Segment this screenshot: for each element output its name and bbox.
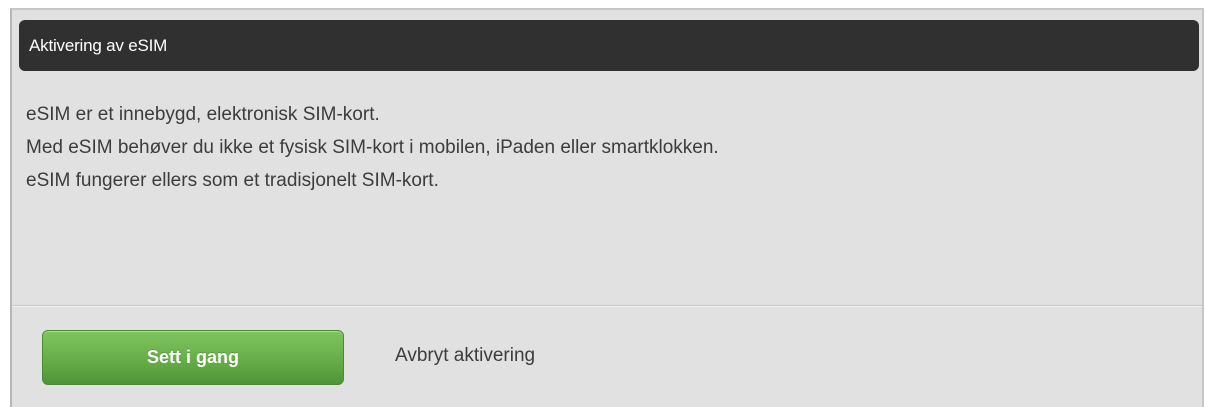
dialog-body: eSIM er et innebygd, elektronisk SIM-kor… xyxy=(26,98,1186,197)
body-line: Med eSIM behøver du ikke et fysisk SIM-k… xyxy=(26,137,719,158)
dialog-title: Aktivering av eSIM xyxy=(19,20,1199,71)
esim-activation-dialog: Aktivering av eSIM eSIM er et innebygd, … xyxy=(10,8,1204,407)
footer-divider xyxy=(12,305,1202,307)
cancel-activation-link[interactable]: Avbryt aktivering xyxy=(395,343,535,369)
start-activation-button[interactable]: Sett i gang xyxy=(42,330,344,385)
body-line: eSIM fungerer ellers som et tradisjonelt… xyxy=(26,170,439,191)
body-line: eSIM er et innebygd, elektronisk SIM-kor… xyxy=(26,104,380,125)
